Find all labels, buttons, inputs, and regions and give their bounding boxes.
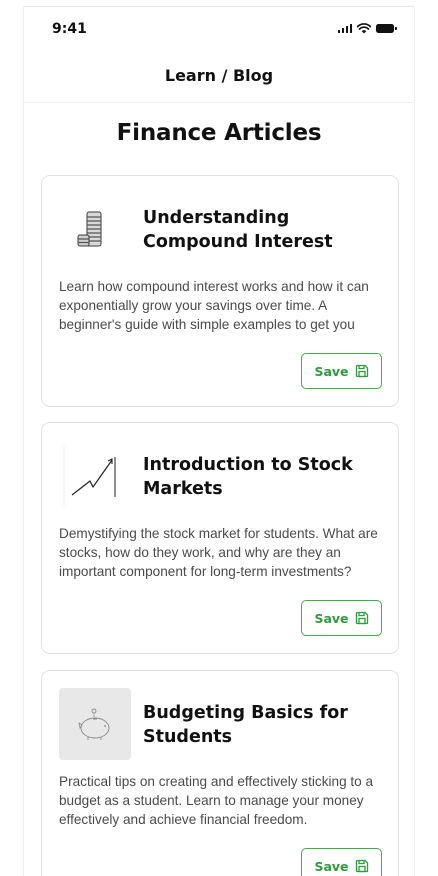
article-thumbnail (59, 193, 131, 265)
article-description: Learn how compound interest works and ho… (59, 279, 369, 332)
stock-chart-icon (63, 446, 116, 506)
page-title: Finance Articles (116, 120, 322, 146)
status-icons (337, 22, 397, 34)
article-title[interactable]: Understanding Compound Interest (143, 206, 383, 254)
header-title: Learn / Blog (164, 65, 274, 85)
wifi-icon (357, 22, 371, 33)
article-description: Demystifying the stock market for studen… (59, 526, 378, 579)
save-icon (355, 364, 368, 378)
battery-icon (376, 23, 397, 33)
article-description: Practical tips on creating and effective… (59, 774, 374, 827)
nav-header: Learn / Blog (24, 46, 414, 103)
article-card[interactable]: Understanding Compound Interest Learn ho… (41, 175, 399, 407)
phone-screen: 9:41 Learn / Blog Finance Articles Under… (23, 6, 415, 876)
piggy-bank-icon (78, 708, 110, 740)
save-button-label: Save (314, 610, 349, 626)
article-title[interactable]: Introduction to Stock Markets (143, 453, 383, 501)
save-button[interactable]: Save (301, 600, 382, 636)
save-icon (355, 859, 368, 873)
save-button-label: Save (314, 858, 349, 874)
save-button[interactable]: Save (301, 848, 382, 876)
article-thumbnail (59, 688, 131, 760)
cellular-signal-icon (337, 23, 352, 33)
save-icon (355, 611, 368, 625)
article-title[interactable]: Budgeting Basics for Students (143, 701, 383, 749)
save-button[interactable]: Save (301, 353, 382, 389)
coin-stack-icon (77, 211, 102, 247)
article-card[interactable]: Budgeting Basics for Students Practical … (41, 670, 399, 876)
save-button-label: Save (314, 363, 349, 379)
status-time: 9:41 (52, 21, 87, 37)
status-bar: 9:41 (24, 6, 414, 46)
article-thumbnail (59, 440, 131, 512)
article-card[interactable]: Introduction to Stock Markets Demystifyi… (41, 422, 399, 654)
